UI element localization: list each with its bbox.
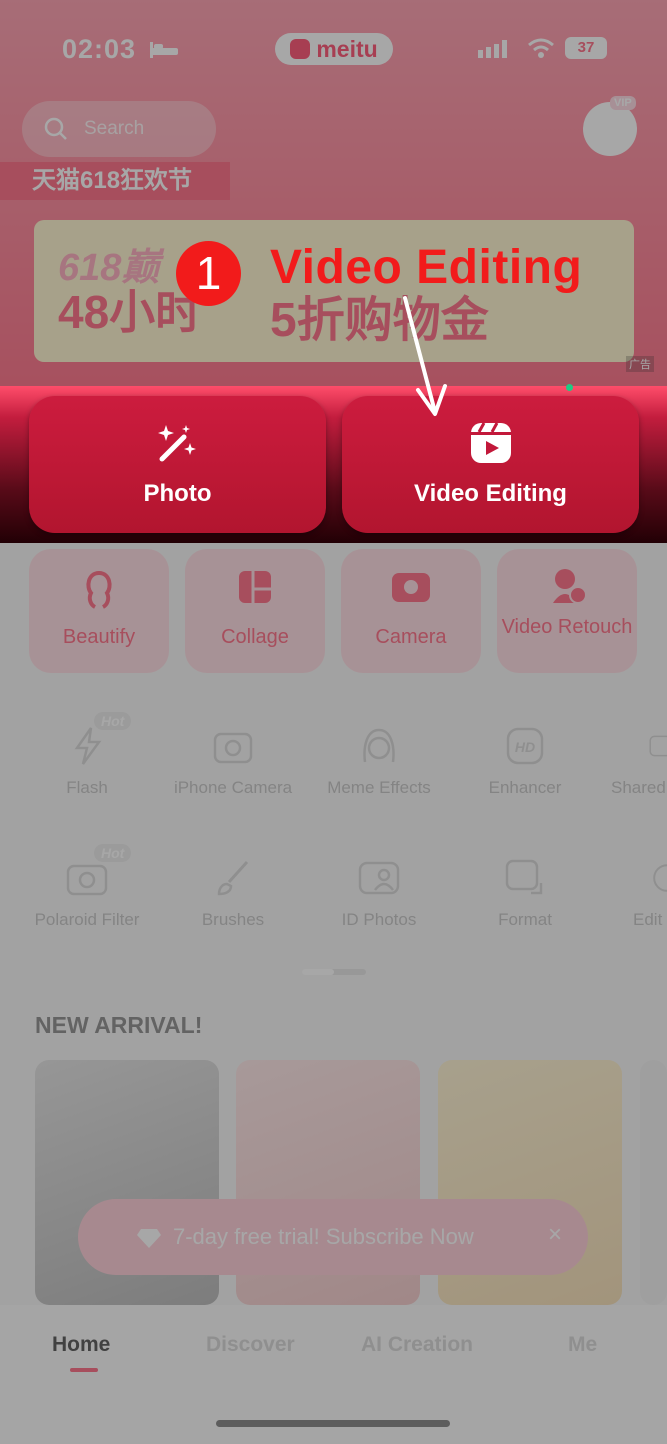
photo-button[interactable]: Photo xyxy=(29,396,326,533)
dim-overlay-bottom xyxy=(0,543,667,1444)
photo-button-label: Photo xyxy=(143,480,212,507)
step-label: Video Editing xyxy=(270,241,583,294)
dim-overlay-top xyxy=(0,0,667,386)
step-number-badge: 1 xyxy=(176,241,241,306)
screen: 02:03 meitu 37 Search VIP 天猫618狂欢节 618巅 … xyxy=(0,0,667,1444)
arrow-icon xyxy=(403,296,447,416)
video-editing-button-label: Video Editing xyxy=(414,480,567,507)
magic-wand-icon xyxy=(29,421,326,465)
notification-dot xyxy=(566,384,573,391)
